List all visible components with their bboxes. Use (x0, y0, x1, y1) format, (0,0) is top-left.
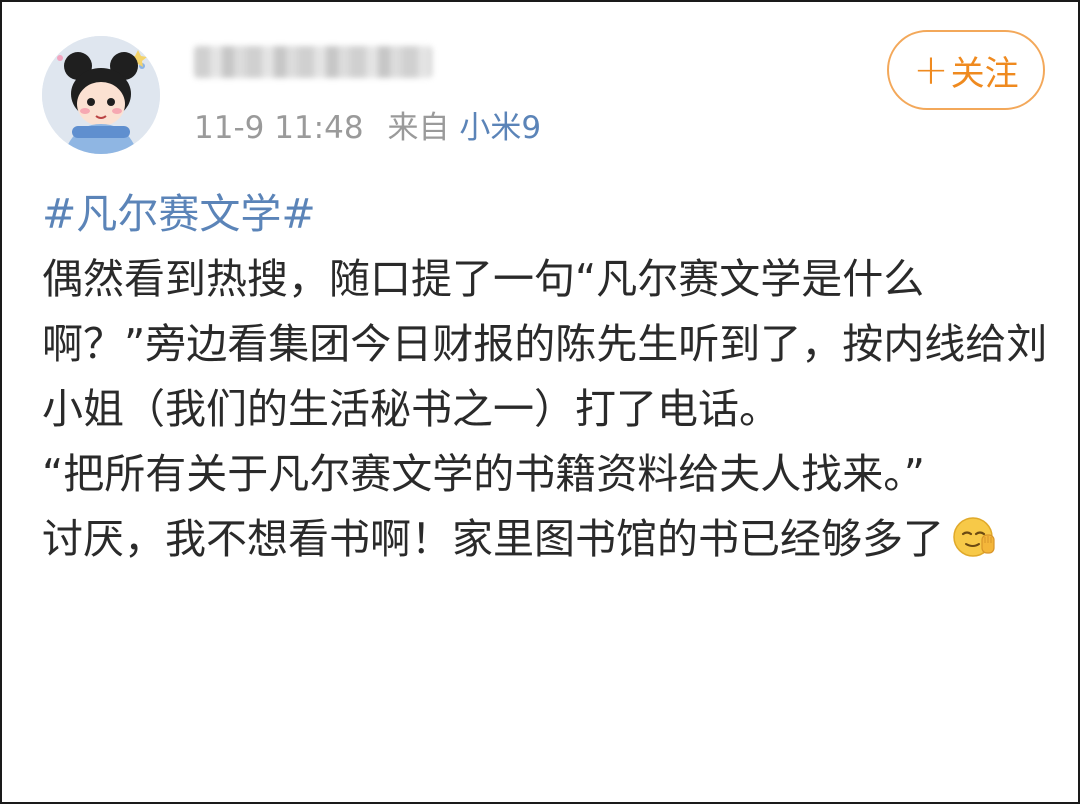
avatar-illustration-icon (42, 36, 160, 154)
plus-icon: + (913, 45, 949, 94)
device-link[interactable]: 小米9 (459, 110, 541, 146)
post-body: #凡尔赛文学# 偶然看到热搜，随口提了一句“凡尔赛文学是什么啊？”旁边看集团今日… (42, 182, 1052, 572)
follow-button[interactable]: + 关注 (887, 30, 1045, 110)
post-timestamp: 11-9 11:48 (194, 110, 364, 146)
user-avatar[interactable] (42, 36, 160, 154)
post-paragraph-3: 讨厌，我不想看书啊！家里图书馆的书已经够多了 (42, 515, 944, 563)
waving-face-emoji-icon (953, 517, 995, 557)
weibo-post-card: 11-9 11:48 来自 小米9 + 关注 #凡尔赛文学# 偶然看到热搜，随口提… (0, 0, 1080, 804)
post-paragraph-1: 偶然看到热搜，随口提了一句“凡尔赛文学是什么啊？”旁边看集团今日财报的陈先生听到… (42, 255, 1048, 433)
username-blurred[interactable] (194, 46, 432, 78)
hashtag-link[interactable]: #凡尔赛文学# (42, 190, 316, 238)
post-meta: 11-9 11:48 来自 小米9 (194, 108, 541, 148)
source-label: 来自 (387, 110, 450, 146)
post-paragraph-2: “把所有关于凡尔赛文学的书籍资料给夫人找来。” (42, 450, 925, 498)
follow-button-label: 关注 (950, 53, 1019, 94)
